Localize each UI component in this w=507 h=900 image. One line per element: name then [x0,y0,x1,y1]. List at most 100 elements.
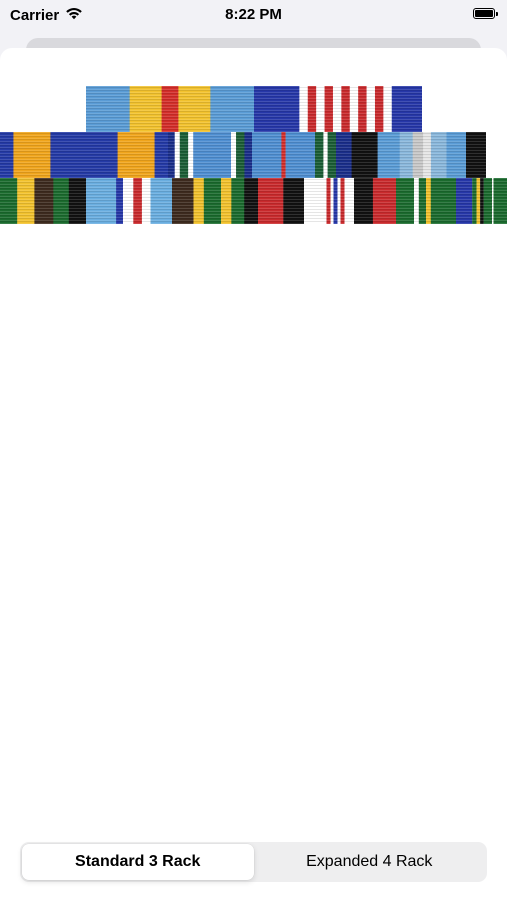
ribbon-3-5-stripe-3 [333,178,338,224]
ribbon-2-3-stripe-3 [315,132,324,178]
ribbon-3-3-stripe-4 [231,178,245,224]
ribbon-3-9-stripe-0 [492,178,494,224]
status-bar: Carrier 8:22 PM [0,0,507,30]
status-time: 8:22 PM [225,6,282,23]
ribbon-2-1-stripe-1 [13,132,51,178]
ribbon-2-4-stripe-6 [430,132,447,178]
ribbon-3-7-stripe-2 [418,178,427,224]
ribbon-3-3-stripe-1 [193,178,205,224]
ribbon-2-4-stripe-1 [351,132,378,178]
ribbon-3-2-stripe-2 [122,178,134,224]
ribbon-3-5-stripe-2 [330,178,334,224]
rack-type-segmented-control[interactable]: Standard 3 Rack Expanded 4 Rack [20,842,487,882]
ribbon-3-1-stripe-0 [0,178,18,224]
ribbon-2-2-stripe-6 [236,132,245,178]
ribbon-2-2 [168,132,252,178]
ribbon-2-4-stripe-3 [399,132,414,178]
ribbon-3-5-stripe-4 [337,178,341,224]
ribbon-1-2-stripe-6 [341,86,351,132]
ribbon-2-1-stripe-3 [117,132,156,178]
ribbon-2-2-stripe-2 [179,132,189,178]
ribbon-3-7-stripe-3 [426,178,431,224]
ribbon-2-3-stripe-1 [281,132,286,178]
ribbon-3-3-stripe-5 [244,178,258,224]
ribbon-1-2-stripe-11 [383,86,393,132]
segment-expanded-4-rack[interactable]: Expanded 4 Rack [254,844,486,880]
ribbon-3-7-stripe-4 [430,178,456,224]
ribbon-3-5-stripe-0 [304,178,327,224]
ribbon-1-2-stripe-5 [332,86,342,132]
ribbon-2-5 [466,132,486,178]
ribbon-1-2-stripe-3 [316,86,326,132]
ribbon-3-4-stripe-1 [283,178,304,224]
ribbon-3-2-stripe-0 [86,178,117,224]
ribbon-row-2 [0,132,486,178]
ribbon-1-1 [86,86,254,132]
ribbon-2-4-stripe-2 [377,132,401,178]
ribbon-2-4-stripe-5 [423,132,432,178]
ribbon-2-4-stripe-0 [336,132,352,178]
ribbon-2-3-stripe-4 [323,132,328,178]
ribbon-1-2-stripe-2 [307,86,317,132]
ribbon-1-2-stripe-12 [391,86,422,132]
ribbon-3-8-stripe-0 [456,178,473,224]
ribbon-1-2-stripe-0 [254,86,300,132]
ribbon-2-1-stripe-0 [0,132,14,178]
ribbon-1-2-stripe-9 [366,86,376,132]
ribbon-2-4-stripe-7 [446,132,466,178]
ribbon-3-6-stripe-1 [372,178,396,224]
ribbon-row-1 [86,86,422,132]
ribbon-3-8-stripe-3 [480,178,484,224]
segment-standard-3-rack[interactable]: Standard 3 Rack [22,844,254,880]
ribbon-3-4 [258,178,304,224]
ribbon-1-2-stripe-1 [299,86,309,132]
ribbon-2-2-stripe-5 [231,132,237,178]
ribbon-2-3-stripe-0 [252,132,282,178]
ribbon-3-6-stripe-0 [354,178,374,224]
ribbon-1-2-stripe-10 [374,86,384,132]
ribbon-3-7-stripe-1 [414,178,419,224]
ribbon-3-9-stripe-1 [493,178,507,224]
ribbon-3-9 [492,178,507,224]
ribbon-1-1-stripe-4 [210,86,254,132]
ribbon-3-4-stripe-0 [258,178,284,224]
ribbon-2-2-stripe-4 [193,132,232,178]
ribbon-3-2 [86,178,172,224]
ribbon-3-5-stripe-6 [344,178,354,224]
ribbon-2-3-stripe-5 [327,132,336,178]
ribbon-2-1-stripe-2 [50,132,119,178]
ribbon-1-1-stripe-1 [129,86,163,132]
ribbon-3-2-stripe-3 [133,178,143,224]
ribbon-2-1-stripe-4 [154,132,168,178]
ribbon-3-3-stripe-2 [203,178,222,224]
ribbon-1-2-stripe-4 [324,86,334,132]
ribbon-1-1-stripe-3 [178,86,211,132]
ribbon-1-2-stripe-8 [358,86,368,132]
ribbon-2-3-stripe-2 [285,132,316,178]
ribbon-3-8-stripe-2 [476,178,481,224]
ribbon-3-2-stripe-1 [116,178,124,224]
ribbon-1-2 [254,86,422,132]
ribbon-2-1 [0,132,168,178]
ribbon-row-3 [0,178,507,224]
ribbon-3-8 [456,178,492,224]
ribbon-3-5 [304,178,354,224]
ribbon-3-7 [396,178,456,224]
ribbon-2-4 [336,132,466,178]
ribbon-3-3-stripe-0 [172,178,194,224]
ribbon-3-1-stripe-3 [53,178,70,224]
ribbon-2-2-stripe-7 [244,132,252,178]
ribbon-3-7-stripe-0 [396,178,415,224]
ribbon-3-5-stripe-5 [340,178,345,224]
ribbon-3-3 [172,178,258,224]
ribbon-3-1-stripe-1 [17,178,35,224]
ribbon-2-2-stripe-1 [174,132,181,178]
ribbon-3-3-stripe-3 [221,178,232,224]
ribbon-3-5-stripe-1 [326,178,331,224]
ribbon-3-1-stripe-4 [68,178,86,224]
battery-icon [473,8,498,19]
ribbon-2-5-stripe-0 [466,132,486,178]
ribbon-1-1-stripe-2 [161,86,179,132]
ribbon-2-3 [252,132,336,178]
ribbon-2-4-stripe-4 [412,132,424,178]
